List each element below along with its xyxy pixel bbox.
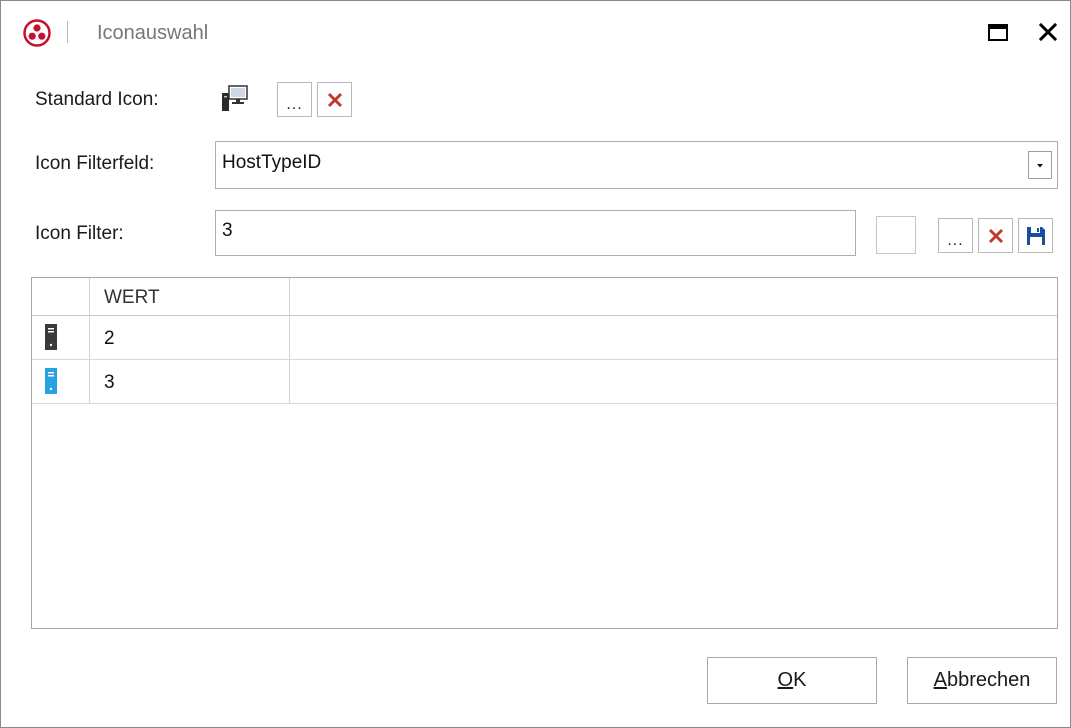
cancel-button[interactable]: Abbrechen — [907, 657, 1057, 704]
maximize-icon — [988, 24, 1008, 41]
standard-icon-preview — [219, 83, 251, 115]
grid-header: WERT — [32, 278, 1057, 316]
server-tower-icon — [45, 324, 57, 350]
icon-filter-browse-button[interactable]: ... — [938, 218, 973, 253]
icon-filterfield-dropdown-button[interactable] — [1028, 151, 1052, 179]
row-value: 2 — [104, 328, 115, 349]
delete-x-icon — [988, 228, 1003, 243]
close-icon — [1038, 22, 1058, 42]
icon-filterfield-label: Icon Filterfeld: — [35, 153, 155, 174]
ok-button[interactable]: OK — [707, 657, 877, 704]
window-title: Iconauswahl — [97, 22, 209, 44]
icon-filter-value: 3 — [222, 220, 233, 241]
standard-icon-label: Standard Icon: — [35, 89, 159, 110]
cancel-mnemonic: A — [933, 669, 947, 691]
standard-icon-browse-button[interactable]: ... — [277, 82, 312, 117]
icon-filterfield-value: HostTypeID — [222, 152, 322, 173]
icon-filter-preview — [876, 216, 916, 254]
ok-mnemonic: O — [777, 669, 794, 691]
cancel-label: bbrechen — [946, 669, 1031, 691]
icon-filterfield-combobox[interactable]: HostTypeID — [215, 141, 1058, 189]
column-header-wert[interactable]: WERT — [104, 287, 160, 309]
close-button[interactable] — [1035, 19, 1061, 45]
save-disk-icon — [1026, 226, 1045, 245]
icon-values-grid[interactable]: WERT 2 3 — [31, 277, 1058, 629]
icon-filter-save-button[interactable] — [1018, 218, 1053, 253]
chevron-down-icon — [1037, 164, 1043, 168]
delete-x-icon — [327, 92, 342, 107]
browse-dots: ... — [947, 231, 964, 249]
table-row[interactable]: 3 — [32, 360, 1057, 404]
icon-filter-label: Icon Filter: — [35, 223, 124, 244]
table-row[interactable]: 2 — [32, 316, 1057, 360]
icon-filter-delete-button[interactable] — [978, 218, 1013, 253]
computer-monitor-icon — [222, 85, 248, 111]
icon-filter-input[interactable]: 3 — [215, 210, 856, 256]
icon-selection-dialog: Iconauswahl Standard Icon: ... Icon Filt… — [0, 0, 1071, 728]
ok-label: K — [793, 669, 807, 691]
row-value: 3 — [104, 372, 115, 393]
browse-dots: ... — [286, 95, 303, 113]
title-separator — [67, 21, 68, 43]
app-logo-icon — [23, 19, 51, 47]
title-bar: Iconauswahl — [1, 1, 1070, 63]
server-tower-icon — [45, 368, 57, 394]
maximize-button[interactable] — [985, 19, 1011, 45]
standard-icon-delete-button[interactable] — [317, 82, 352, 117]
